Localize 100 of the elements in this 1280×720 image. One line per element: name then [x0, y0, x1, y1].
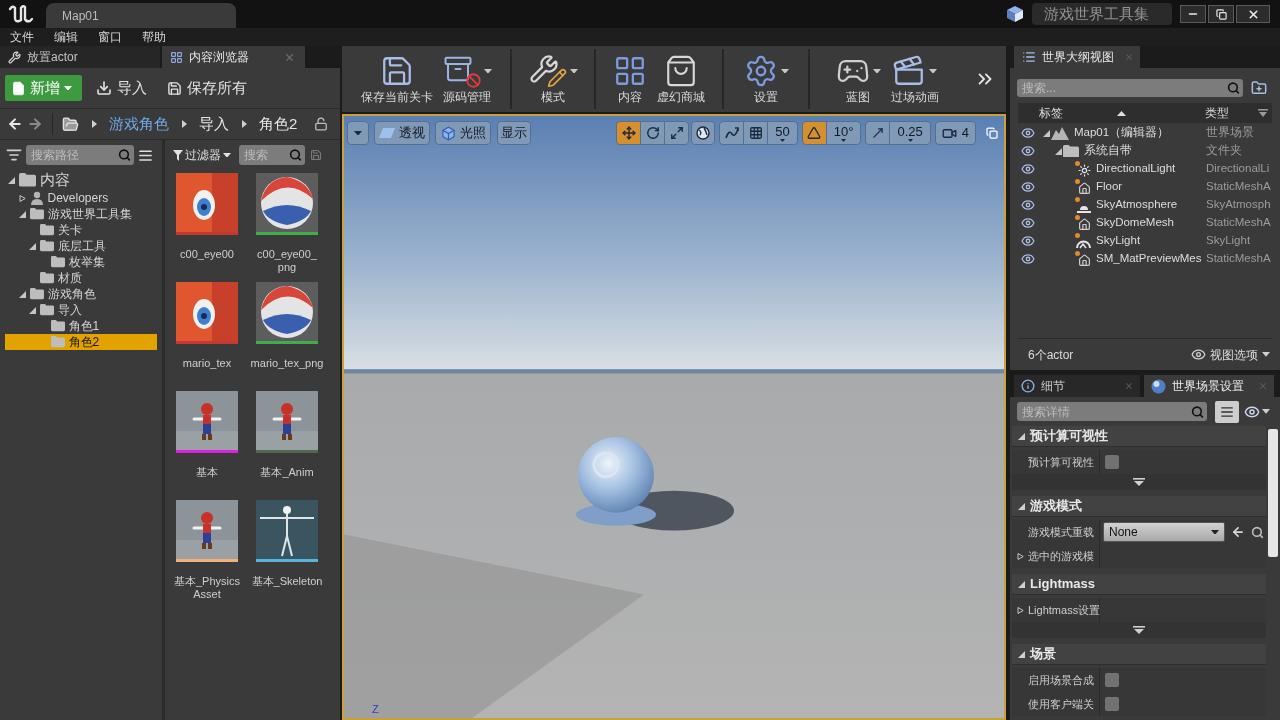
breadcrumb-item[interactable]: 角色2: [259, 112, 298, 136]
breadcrumb-item[interactable]: 游戏角色: [109, 112, 169, 136]
modes-button[interactable]: 模式: [526, 46, 580, 112]
expanded-arrow-icon[interactable]: [1043, 129, 1050, 137]
tapered-lines-icon[interactable]: [6, 147, 22, 163]
section-header[interactable]: Lightmass: [1012, 574, 1266, 595]
menu-item[interactable]: 帮助: [142, 28, 166, 46]
content-button[interactable]: 内容: [611, 46, 649, 112]
character-thumbnail[interactable]: [176, 500, 238, 559]
column-header[interactable]: 类型: [1205, 104, 1229, 122]
expanded-arrow-icon[interactable]: [1018, 432, 1025, 440]
actor-name[interactable]: SM_MatPreviewMes: [1096, 250, 1202, 268]
grid-snap-toggle[interactable]: [743, 121, 769, 145]
expanded-arrow-icon[interactable]: [1018, 650, 1025, 658]
folder-tree-item[interactable]: 材质: [5, 270, 157, 286]
visibility-eye-icon[interactable]: [1021, 252, 1035, 266]
visibility-eye-icon[interactable]: [1021, 216, 1035, 230]
section-header[interactable]: 预计算可视性: [1012, 426, 1266, 447]
scale-tool-button[interactable]: [664, 121, 690, 145]
panel-tab[interactable]: 内容浏览器: [162, 46, 305, 68]
view-options-button[interactable]: 视图选项: [1191, 345, 1270, 364]
minimize-button[interactable]: [1180, 5, 1206, 23]
save-all-button[interactable]: 保存所有: [165, 75, 249, 101]
search-icon[interactable]: [1251, 525, 1264, 539]
visibility-eye-icon[interactable]: [1021, 162, 1035, 176]
surface-snap-button[interactable]: [719, 121, 745, 145]
texture-thumbnail[interactable]: [176, 282, 238, 341]
sphere-thumbnail[interactable]: [256, 282, 318, 341]
caret-with-bar-icon[interactable]: [1258, 109, 1268, 117]
overlapping-squares-icon[interactable]: [986, 127, 998, 139]
folder-tree-item[interactable]: 内容: [5, 170, 157, 190]
expanded-arrow-icon[interactable]: [1018, 502, 1025, 510]
rotation-snap-toggle[interactable]: [801, 121, 827, 145]
open-folder-icon[interactable]: [62, 115, 79, 133]
source-control-button[interactable]: 源码管理: [440, 46, 494, 112]
view-mode-button[interactable]: 透视: [374, 121, 430, 145]
checkbox[interactable]: [1105, 455, 1119, 469]
collapsed-arrow-icon[interactable]: [1017, 552, 1024, 560]
scale-step-button[interactable]: 0.25: [889, 121, 931, 145]
asset-search-field[interactable]: 搜索: [239, 145, 305, 165]
expanded-arrow-icon[interactable]: [18, 210, 26, 218]
camera-speed-button[interactable]: 4: [934, 121, 976, 145]
grid-size-button[interactable]: 50: [767, 121, 798, 145]
back-arrow-icon[interactable]: [7, 116, 23, 132]
restore-button[interactable]: [1208, 5, 1234, 23]
cinematics-button[interactable]: 过场动画: [888, 46, 941, 112]
path-search-field[interactable]: 搜索路径: [26, 145, 134, 165]
scrollbar-thumb[interactable]: [1268, 429, 1278, 557]
actor-name[interactable]: DirectionalLight: [1096, 160, 1176, 178]
folder-tree-item[interactable]: Developers: [5, 190, 157, 206]
coordinate-space-button[interactable]: [691, 121, 716, 145]
collapsed-arrow-icon[interactable]: [1017, 606, 1024, 614]
menu-item[interactable]: 编辑: [54, 28, 78, 46]
visibility-eye-icon[interactable]: [1021, 126, 1035, 140]
actor-name[interactable]: SkyLight: [1096, 232, 1141, 250]
folder-tree-item[interactable]: 游戏角色: [5, 286, 157, 302]
expanded-arrow-icon[interactable]: [18, 290, 26, 298]
panel-tab[interactable]: 世界大纲视图: [1014, 46, 1140, 68]
folder-tree-item[interactable]: 关卡: [5, 222, 157, 238]
section-header[interactable]: 游戏模式: [1012, 496, 1266, 517]
section-header[interactable]: 场景: [1012, 644, 1266, 665]
panel-tab[interactable]: 世界场景设置: [1144, 375, 1274, 397]
add-new-button[interactable]: 新增: [5, 75, 82, 101]
three-lines-icon[interactable]: [138, 147, 153, 163]
actor-name[interactable]: Map01（编辑器）: [1074, 124, 1170, 142]
panel-tab[interactable]: 放置actor: [0, 46, 160, 68]
expanded-arrow-icon[interactable]: [1055, 147, 1062, 155]
scale-snap-toggle[interactable]: [865, 121, 891, 145]
folder-plus-icon[interactable]: [1251, 80, 1267, 96]
checkbox[interactable]: [1105, 673, 1119, 687]
show-menu-button[interactable]: 显示: [497, 121, 531, 145]
menu-item[interactable]: 文件: [10, 28, 34, 46]
character-thumbnail[interactable]: [256, 391, 318, 450]
table-view-button[interactable]: [1215, 400, 1239, 423]
document-tab[interactable]: Map01: [46, 3, 236, 28]
visibility-eye-icon[interactable]: [1021, 180, 1035, 194]
folder-tree-item[interactable]: 游戏世界工具集: [5, 206, 157, 222]
folder-tree-item[interactable]: 底层工具: [5, 238, 157, 254]
skeleton-thumbnail[interactable]: [256, 500, 318, 559]
rotate-tool-button[interactable]: [640, 121, 666, 145]
close-button[interactable]: [1236, 5, 1270, 23]
folder-tree-item[interactable]: 导入: [5, 302, 157, 318]
actor-name[interactable]: 系统自带: [1084, 142, 1132, 160]
folder-tree-item[interactable]: 角色2: [5, 334, 157, 350]
folder-tree-item[interactable]: 角色1: [5, 318, 157, 334]
expanded-arrow-icon[interactable]: [1018, 580, 1025, 588]
expanded-arrow-icon[interactable]: [29, 306, 36, 314]
rotation-angle-button[interactable]: 10°: [825, 121, 862, 145]
import-button[interactable]: 导入: [94, 75, 149, 101]
texture-thumbnail[interactable]: [176, 173, 238, 232]
panel-tab[interactable]: 细节: [1014, 375, 1140, 397]
outliner-search-field[interactable]: 搜索...: [1017, 79, 1243, 97]
character-thumbnail[interactable]: [176, 391, 238, 450]
translate-tool-button[interactable]: [616, 121, 642, 145]
checkbox[interactable]: [1105, 697, 1119, 711]
actor-name[interactable]: SkyAtmosphere: [1096, 196, 1178, 214]
column-header[interactable]: 标签: [1039, 104, 1063, 122]
actor-name[interactable]: SkyDomeMesh: [1096, 214, 1174, 232]
visibility-eye-icon[interactable]: [1021, 144, 1035, 158]
settings-button[interactable]: 设置: [741, 46, 791, 112]
